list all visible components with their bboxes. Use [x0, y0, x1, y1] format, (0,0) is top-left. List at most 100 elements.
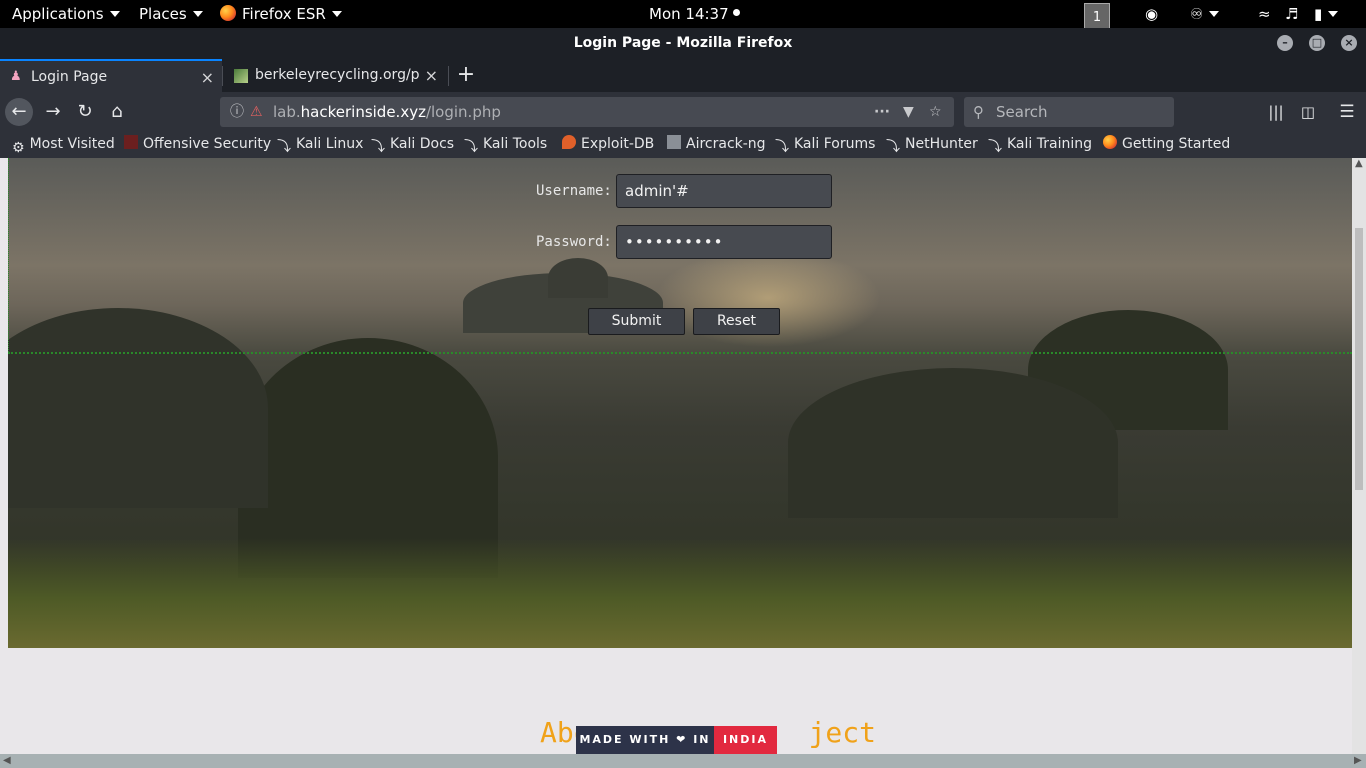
- new-tab-button[interactable]: +: [455, 59, 477, 92]
- mountain-shape: [8, 308, 268, 508]
- bookmark-label: Kali Linux: [296, 136, 364, 152]
- mountain-shape: [788, 368, 1118, 518]
- vertical-scrollbar[interactable]: ▲: [1352, 158, 1366, 754]
- tab-berkeleyrecycling[interactable]: berkeleyrecycling.org/pa ×: [224, 59, 446, 92]
- forward-button[interactable]: →: [39, 98, 67, 126]
- search-placeholder: Search: [996, 103, 1048, 121]
- exploit-db-icon: [562, 135, 576, 149]
- kali-dragon-icon: ⤵: [371, 139, 385, 155]
- accessibility-icon[interactable]: ♾: [1190, 0, 1220, 28]
- username-label: Username:: [536, 183, 612, 199]
- aircrack-icon: [667, 135, 681, 149]
- notification-dot-icon: [733, 9, 741, 16]
- back-button[interactable]: ←: [5, 98, 33, 126]
- kali-dragon-icon: ⤵: [277, 139, 291, 155]
- search-bar[interactable]: ⚲ Search: [964, 97, 1174, 127]
- bookmark-offensive-security[interactable]: Offensive Security: [124, 132, 271, 158]
- bookmark-kali-forums[interactable]: ⤵ Kali Forums: [775, 132, 875, 158]
- firefox-app-menu[interactable]: Firefox ESR: [220, 0, 342, 28]
- bookmark-aircrack-ng[interactable]: Aircrack-ng: [667, 132, 766, 158]
- vertical-scroll-thumb[interactable]: [1355, 228, 1363, 490]
- url-prefix: lab.: [273, 103, 301, 121]
- debug-outline: [8, 158, 9, 352]
- page-favicon-icon: ♟: [10, 69, 22, 84]
- bookmark-kali-linux[interactable]: ⤵ Kali Linux: [277, 132, 363, 158]
- bookmark-label: Aircrack-ng: [686, 136, 766, 152]
- kali-dragon-icon: ⤵: [775, 139, 789, 155]
- places-menu[interactable]: Places: [139, 0, 203, 28]
- workspace-indicator[interactable]: 1: [1084, 3, 1110, 31]
- clock-text: Mon 14:37: [649, 5, 729, 23]
- library-icon[interactable]: |||: [1262, 98, 1290, 126]
- bookmark-label: Getting Started: [1122, 136, 1231, 152]
- horizontal-scrollbar[interactable]: ◀ ▶: [0, 754, 1366, 768]
- url-text[interactable]: lab.hackerinside.xyz/login.php: [273, 97, 501, 127]
- badge-made-with: MADE WITH ❤ IN: [576, 726, 714, 754]
- firefox-icon: [220, 4, 236, 21]
- places-label: Places: [139, 5, 187, 23]
- badge-india: INDIA: [714, 726, 777, 754]
- url-host: hackerinside.xyz: [300, 103, 426, 121]
- mountain-shape: [548, 258, 608, 298]
- bookmark-kali-training[interactable]: ⤵ Kali Training: [988, 132, 1092, 158]
- firefox-icon: [1103, 135, 1117, 149]
- tab-login-page[interactable]: ♟ Login Page ×: [0, 59, 222, 92]
- bookmark-getting-started[interactable]: Getting Started: [1103, 132, 1230, 158]
- bookmark-label: NetHunter: [905, 136, 978, 152]
- chevron-down-icon: [1328, 10, 1339, 17]
- bookmark-label: Exploit-DB: [581, 136, 655, 152]
- bookmark-kali-docs[interactable]: ⤵ Kali Docs: [371, 132, 454, 158]
- tab-divider: [222, 66, 223, 86]
- bookmark-nethunter[interactable]: ⤵ NetHunter: [886, 132, 978, 158]
- bookmark-label: Kali Training: [1007, 136, 1092, 152]
- minimize-button[interactable]: –: [1277, 35, 1293, 51]
- chevron-down-icon: [1209, 10, 1220, 17]
- tab-strip: ♟ Login Page × berkeleyrecycling.org/pa …: [0, 59, 1366, 92]
- applications-menu[interactable]: Applications: [12, 0, 120, 28]
- scroll-up-icon[interactable]: ▲: [1355, 158, 1363, 169]
- page-actions-icon[interactable]: ···: [874, 97, 890, 127]
- window-title: Login Page - Mozilla Firefox: [573, 35, 793, 51]
- close-tab-icon[interactable]: ×: [201, 61, 214, 94]
- info-icon[interactable]: ⓘ: [230, 97, 244, 127]
- close-window-button[interactable]: ×: [1341, 35, 1357, 51]
- system-top-bar: Applications Places Firefox ESR Mon 14:3…: [0, 0, 1366, 31]
- offsec-icon: [124, 135, 138, 149]
- applications-label: Applications: [12, 5, 104, 23]
- password-label: Password:: [536, 234, 612, 250]
- sidebar-toggle-icon[interactable]: ◫: [1294, 98, 1322, 126]
- bookmark-most-visited[interactable]: ⚙ Most Visited: [12, 132, 115, 158]
- reload-button[interactable]: ↻: [71, 98, 99, 126]
- close-tab-icon[interactable]: ×: [425, 59, 438, 92]
- bookmark-kali-tools[interactable]: ⤵ Kali Tools: [464, 132, 547, 158]
- scroll-right-icon[interactable]: ▶: [1354, 755, 1362, 766]
- scroll-left-icon[interactable]: ◀: [3, 755, 11, 766]
- home-button[interactable]: ⌂: [103, 98, 131, 126]
- url-bar[interactable]: ⓘ ⚠ lab.hackerinside.xyz/login.php ··· ▼…: [220, 97, 954, 127]
- kali-dragon-icon: ⤵: [988, 139, 1002, 155]
- bookmark-exploit-db[interactable]: Exploit-DB: [562, 132, 654, 158]
- gear-icon: ⚙: [12, 140, 25, 156]
- made-in-india-badge[interactable]: MADE WITH ❤ IN INDIA: [576, 726, 777, 754]
- battery-icon[interactable]: ▮: [1314, 0, 1339, 28]
- hamburger-menu-icon[interactable]: ☰: [1333, 98, 1361, 126]
- volume-icon[interactable]: ♬: [1285, 0, 1298, 28]
- username-input[interactable]: admin'#: [616, 174, 832, 208]
- site-favicon-icon: [234, 69, 248, 83]
- chevron-down-icon: [331, 10, 342, 17]
- wifi-icon[interactable]: ≈: [1258, 0, 1271, 28]
- bookmarks-toolbar: ⚙ Most Visited Offensive Security ⤵ Kali L…: [0, 132, 1366, 158]
- window-titlebar: Login Page - Mozilla Firefox – □ ×: [0, 28, 1366, 59]
- kali-dragon-icon: ⤵: [886, 139, 900, 155]
- password-input[interactable]: ••••••••••: [616, 225, 832, 259]
- tab-label: Login Page: [31, 69, 108, 85]
- firefox-label: Firefox ESR: [242, 5, 326, 23]
- maximize-button[interactable]: □: [1309, 35, 1325, 51]
- pocket-icon[interactable]: ▼: [903, 97, 914, 127]
- insecure-lock-icon: ⚠: [250, 104, 263, 120]
- clock[interactable]: Mon 14:37: [649, 0, 741, 28]
- reset-button[interactable]: Reset: [693, 308, 780, 335]
- submit-button[interactable]: Submit: [588, 308, 685, 335]
- bookmark-star-icon[interactable]: ☆: [929, 97, 942, 127]
- video-camera-icon[interactable]: ◉: [1145, 0, 1158, 28]
